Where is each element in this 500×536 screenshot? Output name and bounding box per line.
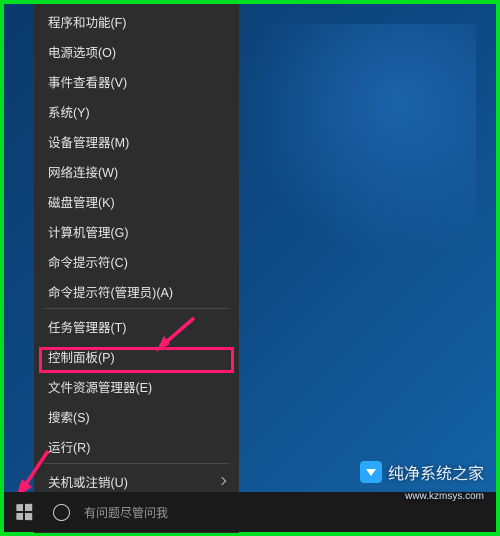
watermark: 纯净系统之家 <box>360 460 484 484</box>
menu-label: 运行(R) <box>48 437 90 456</box>
menu-item-command-prompt[interactable]: 命令提示符(C) <box>34 246 239 276</box>
menu-label: 计算机管理(G) <box>48 222 129 241</box>
cortana-hint-text[interactable]: 有问题尽管问我 <box>84 504 168 521</box>
watermark-title: 纯净系统之家 <box>388 460 484 484</box>
submenu-arrow-icon <box>218 477 226 485</box>
menu-label: 命令提示符(C) <box>48 252 128 271</box>
menu-item-device-manager[interactable]: 设备管理器(M) <box>34 126 239 156</box>
menu-item-network-connections[interactable]: 网络连接(W) <box>34 156 239 186</box>
menu-item-disk-management[interactable]: 磁盘管理(K) <box>34 186 239 216</box>
menu-item-event-viewer[interactable]: 事件查看器(V) <box>34 66 239 96</box>
menu-item-programs-features[interactable]: 程序和功能(F) <box>34 6 239 36</box>
desktop-background-glow <box>216 24 476 284</box>
winx-context-menu: 程序和功能(F) 电源选项(O) 事件查看器(V) 系统(Y) 设备管理器(M)… <box>34 4 239 533</box>
menu-label: 任务管理器(T) <box>48 317 126 336</box>
menu-label: 文件资源管理器(E) <box>48 377 152 396</box>
menu-separator <box>44 308 229 309</box>
menu-label: 程序和功能(F) <box>48 12 126 31</box>
cortana-button[interactable] <box>44 492 78 532</box>
menu-label: 设备管理器(M) <box>48 132 129 151</box>
menu-label: 电源选项(O) <box>48 42 116 61</box>
menu-item-command-prompt-admin[interactable]: 命令提示符(管理员)(A) <box>34 276 239 306</box>
menu-item-computer-management[interactable]: 计算机管理(G) <box>34 216 239 246</box>
menu-label: 搜索(S) <box>48 407 90 426</box>
menu-item-file-explorer[interactable]: 文件资源管理器(E) <box>34 371 239 401</box>
start-button[interactable] <box>4 492 44 532</box>
watermark-url: www.kzmsys.com <box>405 491 484 502</box>
menu-label: 磁盘管理(K) <box>48 192 115 211</box>
windows-logo-icon <box>16 504 32 521</box>
menu-item-system[interactable]: 系统(Y) <box>34 96 239 126</box>
menu-label: 命令提示符(管理员)(A) <box>48 282 173 301</box>
menu-label: 系统(Y) <box>48 102 90 121</box>
menu-item-task-manager[interactable]: 任务管理器(T) <box>34 311 239 341</box>
menu-label: 控制面板(P) <box>48 347 115 366</box>
desktop-screenshot: 程序和功能(F) 电源选项(O) 事件查看器(V) 系统(Y) 设备管理器(M)… <box>0 0 500 536</box>
menu-label: 事件查看器(V) <box>48 72 127 91</box>
menu-item-run[interactable]: 运行(R) <box>34 431 239 461</box>
menu-label: 关机或注销(U) <box>48 472 128 491</box>
watermark-logo-icon <box>360 461 382 483</box>
menu-item-power-options[interactable]: 电源选项(O) <box>34 36 239 66</box>
menu-item-search[interactable]: 搜索(S) <box>34 401 239 431</box>
menu-item-control-panel[interactable]: 控制面板(P) <box>34 341 239 371</box>
menu-label: 网络连接(W) <box>48 162 118 181</box>
menu-separator <box>44 463 229 464</box>
cortana-ring-icon <box>53 504 70 521</box>
